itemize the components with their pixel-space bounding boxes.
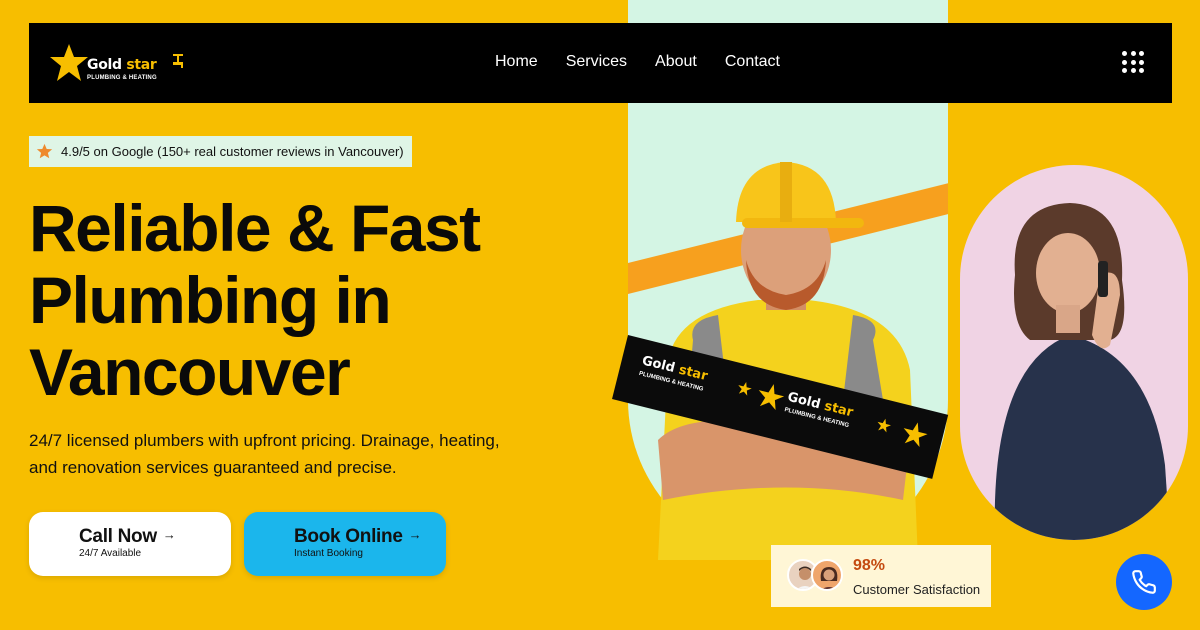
- nav-about[interactable]: About: [655, 53, 697, 71]
- brand-logo[interactable]: Gold star PLUMBING & HEATING: [49, 43, 189, 85]
- star-decoration-icon: ★: [734, 377, 755, 401]
- customer-avatars: [787, 559, 847, 593]
- customer-on-phone-image: [994, 203, 1170, 540]
- nav-home[interactable]: Home: [495, 53, 538, 71]
- headline-line-3: Vancouver: [29, 335, 351, 409]
- call-now-label: Call Now: [79, 526, 157, 547]
- satisfaction-value: 98%: [853, 557, 886, 574]
- brand-name: Gold star: [87, 57, 157, 73]
- book-online-button[interactable]: Book Online → Instant Booking: [244, 512, 446, 576]
- google-rating-badge: 4.9/5 on Google (150+ real customer revi…: [29, 136, 412, 167]
- arrow-right-icon: →: [408, 527, 422, 542]
- customer-image-panel: [960, 165, 1188, 540]
- rating-text: 4.9/5 on Google (150+ real customer revi…: [61, 144, 404, 159]
- call-now-button[interactable]: Call Now → 24/7 Available: [29, 512, 231, 576]
- nav-contact[interactable]: Contact: [725, 53, 780, 71]
- satisfaction-card: 98% Customer Satisfaction: [771, 545, 991, 607]
- floating-call-button[interactable]: [1116, 554, 1172, 610]
- book-online-label: Book Online: [294, 526, 403, 547]
- top-navbar: Gold star PLUMBING & HEATING Home Servic…: [29, 23, 1172, 103]
- arrow-right-icon: →: [162, 527, 176, 542]
- call-now-sublabel: 24/7 Available: [79, 548, 142, 559]
- star-icon: [36, 143, 53, 159]
- hero-description: 24/7 licensed plumbers with upfront pric…: [29, 431, 500, 477]
- nav-services[interactable]: Services: [566, 53, 627, 71]
- star-logo-icon: [50, 44, 88, 81]
- star-decoration-icon: ★: [873, 413, 895, 438]
- main-nav: Home Services About Contact: [495, 53, 780, 71]
- faucet-icon: [173, 54, 183, 68]
- hero-headline: Reliable & Fast Plumbing in Vancouver: [29, 192, 589, 408]
- star-decoration-icon: ★: [896, 413, 934, 456]
- brand-tagline: PLUMBING & HEATING: [87, 75, 157, 81]
- headline-line-2: Plumbing in: [29, 263, 392, 337]
- headline-line-1: Reliable & Fast: [29, 191, 481, 265]
- satisfaction-label: Customer Satisfaction: [853, 582, 981, 597]
- avatar: [811, 559, 843, 591]
- phone-icon: [1132, 570, 1156, 594]
- book-online-sublabel: Instant Booking: [294, 548, 363, 559]
- grid-menu-icon[interactable]: [1122, 51, 1144, 73]
- star-decoration-icon: ★: [751, 375, 790, 420]
